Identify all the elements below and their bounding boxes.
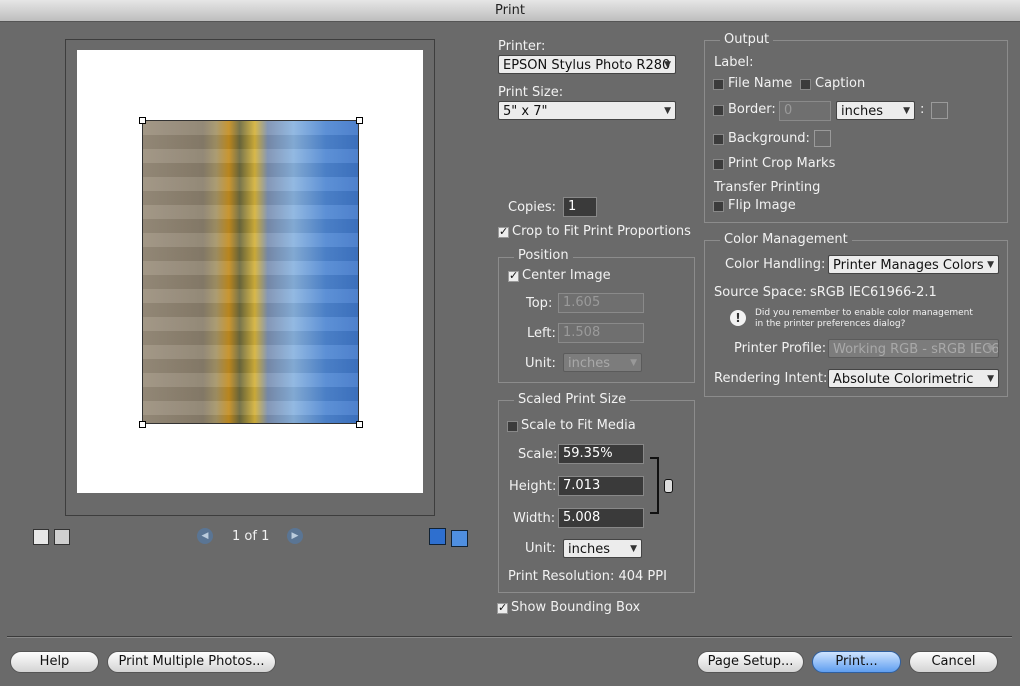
preview-photo[interactable] — [142, 120, 359, 424]
height-input[interactable]: 7.013 — [558, 476, 644, 496]
print-multiple-photos-button[interactable]: Print Multiple Photos... — [107, 651, 276, 673]
print-button[interactable]: Print... — [812, 651, 901, 673]
rotate-icon[interactable] — [429, 528, 469, 547]
scaled-unit-select[interactable]: inches ▼ — [563, 539, 642, 558]
bounding-handle-tr[interactable] — [356, 117, 363, 124]
printer-profile-value: Working RGB - sRGB IEC61966-2.1 — [833, 342, 999, 357]
scaled-print-size-legend: Scaled Print Size — [514, 392, 631, 407]
background-color-swatch[interactable] — [814, 130, 831, 147]
chevron-down-icon: ▼ — [664, 60, 671, 70]
caption-checkbox[interactable] — [800, 79, 811, 90]
scale-to-fit-label: Scale to Fit Media — [521, 418, 636, 433]
rendering-intent-label: Rendering Intent: — [714, 371, 828, 386]
transfer-printing-heading: Transfer Printing — [714, 180, 821, 195]
border-checkbox[interactable] — [713, 105, 724, 116]
bounding-handle-br[interactable] — [356, 421, 363, 428]
source-space-label: Source Space: — [714, 285, 807, 300]
rendering-intent-select[interactable]: Absolute Colorimetric ▼ — [828, 369, 999, 388]
color-management-legend: Color Management — [720, 232, 852, 247]
print-size-value: 5" x 7" — [503, 104, 548, 119]
bottom-divider — [7, 636, 1012, 638]
center-image-label: Center Image — [522, 268, 611, 283]
show-bounding-box-label: Show Bounding Box — [511, 600, 641, 615]
border-unit-value: inches — [841, 104, 884, 119]
warning-icon: ! — [730, 310, 746, 326]
color-notice-line1: Did you remember to enable color managem… — [755, 308, 973, 318]
cancel-button[interactable]: Cancel — [909, 651, 998, 673]
portrait-orientation-icon[interactable] — [33, 529, 49, 545]
show-bounding-box-checkbox[interactable] — [497, 601, 508, 614]
previous-page-icon[interactable]: ◀ — [197, 528, 213, 544]
page-indicator: 1 of 1 — [232, 529, 270, 544]
chevron-down-icon: ▼ — [630, 358, 637, 368]
center-image-checkbox[interactable] — [508, 269, 519, 282]
label-heading: Label: — [714, 55, 754, 70]
crop-to-fit-label: Crop to Fit Print Proportions — [512, 224, 691, 239]
width-input[interactable]: 5.008 — [558, 508, 644, 528]
border-color-swatch[interactable] — [931, 102, 948, 119]
background-label: Background: — [728, 131, 810, 146]
file-name-checkbox[interactable] — [713, 79, 724, 90]
chevron-down-icon: ▼ — [903, 106, 910, 116]
background-checkbox[interactable] — [713, 134, 724, 145]
print-size-label: Print Size: — [498, 85, 564, 100]
width-label: Width: — [513, 511, 556, 526]
caption-label: Caption — [815, 76, 866, 91]
print-crop-marks-checkbox[interactable] — [713, 159, 724, 170]
scaled-unit-value: inches — [568, 542, 611, 557]
top-label: Top: — [526, 296, 553, 311]
bounding-handle-bl[interactable] — [139, 421, 146, 428]
color-handling-label: Color Handling: — [725, 257, 826, 272]
height-label: Height: — [509, 479, 557, 494]
output-legend: Output — [720, 32, 774, 47]
scaled-unit-label: Unit: — [525, 541, 556, 556]
chevron-down-icon: ▼ — [987, 260, 994, 270]
copies-input[interactable]: 1 — [563, 197, 597, 217]
window-title: Print — [0, 0, 1020, 22]
border-unit-select[interactable]: inches ▼ — [836, 101, 915, 120]
top-input[interactable]: 1.605 — [558, 293, 644, 313]
left-input[interactable]: 1.508 — [558, 323, 644, 343]
border-label: Border: — [728, 102, 776, 117]
color-notice-line2: in the printer preferences dialog? — [755, 319, 906, 329]
print-resolution: Print Resolution: 404 PPI — [508, 569, 667, 584]
link-icon[interactable] — [664, 479, 673, 493]
chevron-down-icon: ▼ — [630, 544, 637, 554]
border-width-input[interactable]: 0 — [779, 101, 831, 121]
printer-value: EPSON Stylus Photo R280 — [503, 58, 671, 73]
scale-input[interactable]: 59.35% — [558, 444, 644, 464]
print-crop-marks-label: Print Crop Marks — [728, 156, 836, 171]
border-colon: : — [920, 102, 925, 117]
printer-profile-select[interactable]: Working RGB - sRGB IEC61966-2.1▼ — [828, 339, 999, 358]
printer-label: Printer: — [498, 39, 546, 54]
copies-label: Copies: — [508, 200, 557, 215]
landscape-orientation-icon[interactable] — [54, 529, 70, 545]
printer-select[interactable]: EPSON Stylus Photo R280 ▼ — [498, 55, 676, 74]
chevron-down-icon: ▼ — [987, 344, 994, 354]
page-setup-button[interactable]: Page Setup... — [697, 651, 804, 673]
scale-to-fit-checkbox[interactable] — [507, 421, 518, 432]
rendering-intent-value: Absolute Colorimetric — [833, 372, 974, 387]
source-space-value: sRGB IEC61966-2.1 — [810, 285, 937, 300]
crop-to-fit-checkbox[interactable] — [498, 225, 509, 238]
position-unit-value: inches — [568, 356, 611, 371]
left-label: Left: — [527, 326, 556, 341]
position-unit-label: Unit: — [525, 356, 556, 371]
position-unit-select[interactable]: inches ▼ — [563, 353, 642, 372]
flip-image-label: Flip Image — [728, 198, 796, 213]
chevron-down-icon: ▼ — [664, 106, 671, 116]
printer-profile-label: Printer Profile: — [734, 341, 827, 356]
print-size-select[interactable]: 5" x 7" ▼ — [498, 101, 676, 120]
position-legend: Position — [514, 248, 573, 263]
bounding-handle-tl[interactable] — [139, 117, 146, 124]
proportion-bracket — [650, 457, 659, 514]
color-handling-select[interactable]: Printer Manages Colors ▼ — [828, 255, 999, 274]
help-button[interactable]: Help — [10, 651, 99, 673]
file-name-label: File Name — [728, 76, 793, 91]
flip-image-checkbox[interactable] — [713, 201, 724, 212]
color-handling-value: Printer Manages Colors — [833, 258, 984, 273]
scale-label: Scale: — [518, 447, 558, 462]
next-page-icon[interactable]: ▶ — [287, 528, 303, 544]
chevron-down-icon: ▼ — [987, 374, 994, 384]
